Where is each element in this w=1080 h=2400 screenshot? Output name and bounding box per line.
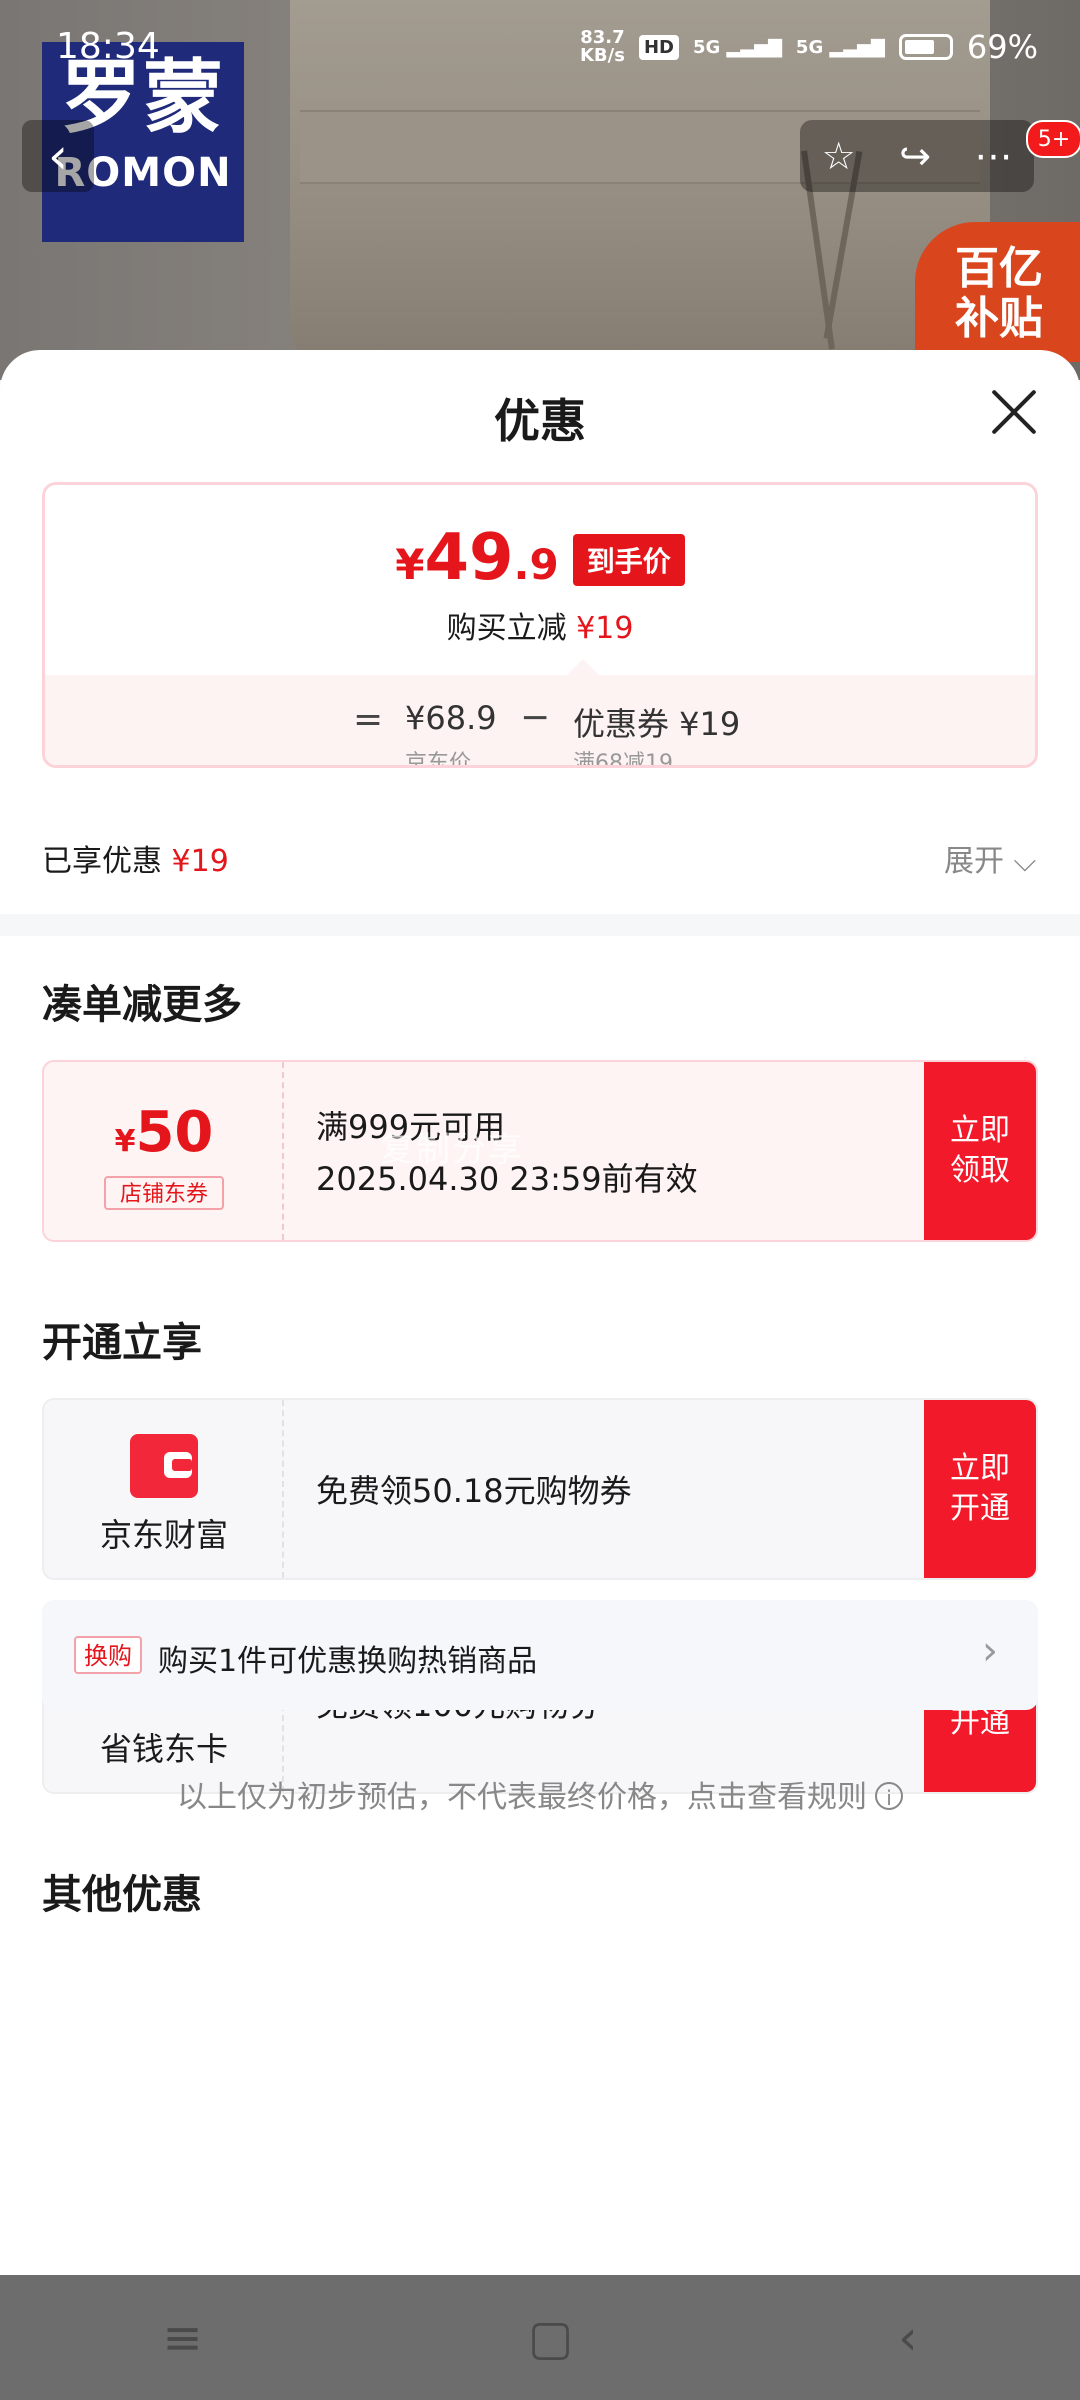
star-icon[interactable]: ☆ — [822, 134, 856, 178]
enjoyed-discount: 已享优惠 ¥19 — [42, 836, 229, 880]
menu-icon[interactable]: ≡ — [163, 2310, 203, 2366]
expand-toggle[interactable]: 展开 ⌵ — [944, 836, 1036, 880]
enjoyed-amount: ¥19 — [171, 844, 229, 879]
subsidy-line1: 百亿 — [955, 243, 1043, 294]
network-speed-unit: KB/s — [579, 45, 625, 66]
jd-price: ¥68.9 — [405, 699, 497, 737]
instant-discount-label: 购买立减 — [446, 611, 567, 646]
system-nav-bar: ≡ ▢ ‹ — [0, 2275, 1080, 2400]
swap-tag: 换购 — [74, 1636, 142, 1674]
section-title-more: 凑单减更多 — [42, 982, 242, 1028]
more-icon[interactable]: ⋯ — [974, 134, 1012, 178]
cta-line1: 立即 — [950, 1451, 1010, 1486]
coupon-value: 优惠券 ¥19 — [573, 705, 741, 743]
cta-line2: 领取 — [950, 1153, 1010, 1188]
section-title-open: 开通立享 — [42, 1320, 202, 1366]
subsidy-badge: 百亿 补贴 — [915, 222, 1080, 362]
coupon-rule: 满68减19 — [573, 751, 673, 768]
price-integer: 49 — [424, 521, 514, 595]
battery-percent: 69% — [966, 28, 1038, 66]
battery-fill — [904, 40, 934, 54]
disclaimer-text: 以上仅为初步预估，不代表最终价格，点击查看规则 — [177, 1780, 867, 1815]
jd-price-label: 京东价 — [405, 751, 472, 768]
back-button[interactable]: ‹ — [22, 120, 94, 192]
offer-card-jd-wealth: 京东财富 免费领50.18元购物券 立即开通 — [42, 1398, 1038, 1580]
price-summary: ¥49.9 到手价 购买立减 ¥19 = ¥68.9 京东价 − 优惠券 ¥19 … — [42, 482, 1038, 768]
coupon-yen: ¥ — [114, 1124, 136, 1159]
offer-icon-area: 京东财富 — [44, 1400, 284, 1578]
watermark: 复制分享 — [380, 1130, 524, 1170]
swap-text: 购买1件可优惠换购热销商品 — [158, 1644, 538, 1679]
chevron-right-icon: › — [982, 1628, 998, 1674]
hd-icon: HD — [638, 34, 679, 60]
price-yen: ¥ — [395, 540, 425, 589]
section-divider — [0, 914, 1080, 936]
chevron-left-icon: ‹ — [48, 127, 68, 185]
status-bar: 18:34 83.7 KB/s HD 5G ▂▃▅▇ 5G ▂▃▅▇ 69% — [0, 0, 1080, 100]
top-actions: ☆ ↪ ⋯ — [800, 120, 1034, 192]
offer-desc: 免费领50.18元购物券 — [316, 1472, 632, 1510]
wallet-icon — [130, 1434, 198, 1498]
final-price: ¥49.9 到手价 — [45, 521, 1035, 595]
back-icon[interactable]: ‹ — [898, 2310, 917, 2366]
home-icon[interactable]: ▢ — [528, 2310, 573, 2366]
offer-label: 省钱东卡 — [99, 1730, 228, 1768]
section-title-other: 其他优惠 — [42, 1872, 202, 1918]
offer-label: 京东财富 — [99, 1516, 228, 1554]
open-jd-wealth-button[interactable]: 立即 开通 — [924, 1400, 1036, 1578]
coupon-amount: ¥50 — [44, 1100, 284, 1165]
swap-purchase-row[interactable]: 换购 购买1件可优惠换购热销商品 › — [42, 1600, 1038, 1710]
signal-icon: 5G ▂▃▅▇ — [692, 36, 782, 58]
price-formula: = ¥68.9 京东价 − 优惠券 ¥19 满68减19 — [45, 697, 1035, 768]
final-price-tag: 到手价 — [572, 534, 685, 586]
enjoyed-label: 已享优惠 — [42, 844, 162, 879]
close-icon[interactable] — [990, 388, 1038, 436]
signal-icon-2: 5G ▂▃▅▇ — [795, 36, 885, 58]
cta-line1: 立即 — [950, 1113, 1010, 1148]
network-speed: 83.7 KB/s — [580, 29, 625, 65]
coupon-amount-area: ¥50 店铺东券 — [44, 1062, 284, 1240]
cta-line2: 开通 — [950, 1491, 1010, 1526]
coupon-number: 50 — [135, 1100, 214, 1165]
equals-sign: = — [353, 699, 384, 740]
discount-sheet: 优惠 ¥49.9 到手价 购买立减 ¥19 = ¥68.9 京东价 − 优惠券 ¥… — [0, 350, 1080, 2275]
shop-coupon-tag: 店铺东券 — [104, 1176, 224, 1210]
claim-coupon-button[interactable]: 立即 领取 — [924, 1062, 1036, 1240]
message-badge: 5+ — [1026, 120, 1080, 158]
pointer-triangle — [567, 659, 599, 675]
minus-sign: − — [520, 697, 551, 738]
instant-discount: 购买立减 ¥19 — [45, 603, 1035, 647]
signal-label: 5G — [692, 36, 721, 58]
disclaimer[interactable]: 以上仅为初步预估，不代表最终价格，点击查看规则 i — [0, 1772, 1080, 1816]
status-time: 18:34 — [56, 26, 160, 67]
signal-label-2: 5G — [795, 36, 824, 58]
info-icon: i — [875, 1782, 903, 1810]
status-icons: 83.7 KB/s HD 5G ▂▃▅▇ 5G ▂▃▅▇ 69% — [580, 28, 1038, 66]
sheet-title: 优惠 — [494, 394, 586, 448]
battery-icon — [898, 34, 953, 60]
instant-discount-amount: ¥19 — [576, 611, 634, 646]
shop-coupon-card: ¥50 店铺东券 满999元可用 2025.04.30 23:59前有效 立即领… — [42, 1060, 1038, 1242]
price-decimal: .9 — [513, 540, 559, 589]
share-icon[interactable]: ↪ — [899, 134, 931, 178]
subsidy-line2: 补贴 — [955, 293, 1043, 344]
